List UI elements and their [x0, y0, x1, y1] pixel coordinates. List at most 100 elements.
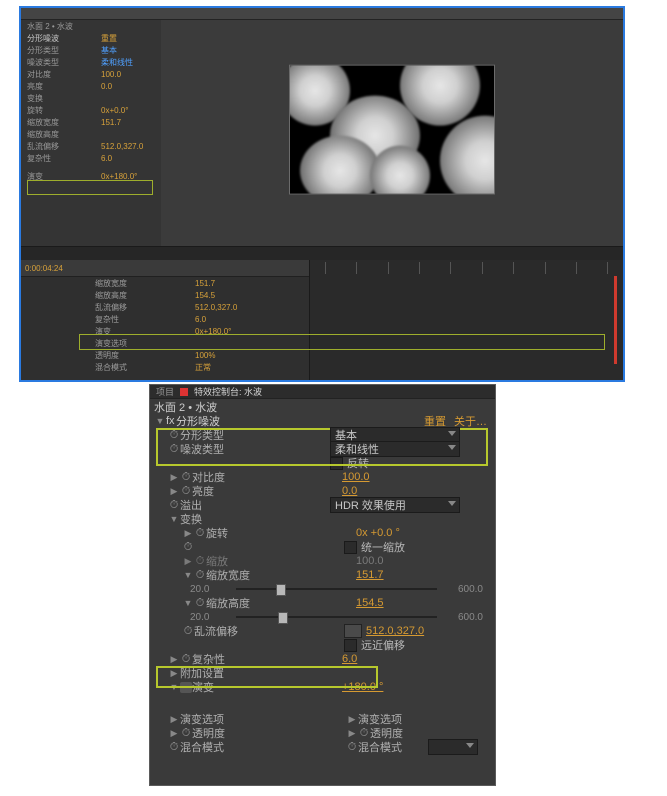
- perspective-offset-label: 远近偏移: [361, 637, 405, 653]
- overflow-dropdown[interactable]: HDR 效果使用: [330, 497, 460, 513]
- mini-tabbar[interactable]: [21, 8, 161, 20]
- chevron-down-icon: [448, 445, 456, 450]
- keyframe-stopwatch-icon[interactable]: [180, 682, 192, 693]
- time-ruler[interactable]: [309, 260, 623, 276]
- rotation-value[interactable]: 0x +0.0 °: [356, 527, 400, 539]
- chevron-down-icon: [448, 501, 456, 506]
- twirl-icon: ▶: [182, 556, 194, 567]
- turbulence-offset-label: 乱流偏移: [194, 623, 344, 639]
- uniform-scale-checkbox[interactable]: [344, 541, 357, 554]
- scale-height-slider[interactable]: 20.0 600.0: [150, 610, 495, 624]
- stopwatch-icon[interactable]: ⏱: [180, 653, 192, 666]
- twirl-icon[interactable]: ▶: [168, 714, 180, 725]
- preview-canvas[interactable]: [289, 65, 495, 195]
- current-timecode[interactable]: 0:00:04:24: [25, 264, 63, 273]
- stopwatch-icon[interactable]: ⏱: [194, 569, 206, 582]
- right-blend-label: 混合模式: [358, 739, 428, 755]
- stopwatch-icon[interactable]: ⏱: [194, 527, 206, 540]
- evolution-value[interactable]: +180.0 °: [342, 681, 383, 693]
- mini-scaleh[interactable]: 缩放高度: [27, 129, 97, 140]
- stopwatch-icon[interactable]: ⏱: [180, 727, 192, 740]
- effect-controls-mini: 水面 2 • 水波 分形噪波重置 分形类型基本 噪波类型柔和线性 对比度100.…: [21, 8, 162, 246]
- twirl-icon[interactable]: ▶: [168, 486, 180, 497]
- twirl-icon[interactable]: ▶: [168, 728, 180, 739]
- twirl-icon[interactable]: ▼: [168, 514, 180, 524]
- blend-mode-dropdown[interactable]: [428, 739, 478, 755]
- stopwatch-icon[interactable]: ⏱: [168, 741, 180, 754]
- mini-turb[interactable]: 乱流偏移: [27, 141, 97, 152]
- tl-scaleh[interactable]: 缩放高度: [95, 290, 191, 301]
- effect-controls-panel: 项目 特效控制台: 水波 水面 2 • 水波 ▼ fx 分形噪波 重置 关于… …: [149, 384, 496, 786]
- chevron-down-icon: [448, 431, 456, 436]
- rotation-label: 旋转: [206, 525, 356, 541]
- twirl-icon[interactable]: ▼: [182, 570, 194, 580]
- scale-width-slider[interactable]: 20.0 600.0: [150, 582, 495, 596]
- scale-height-value[interactable]: 154.5: [356, 597, 384, 609]
- blend-mode-label: 混合模式: [180, 739, 330, 755]
- tl-evo-opts[interactable]: 演变选项: [95, 338, 191, 349]
- fractal-noise-preview: [290, 66, 494, 194]
- mini-effect-name[interactable]: 分形噪波: [27, 33, 97, 44]
- brightness-value[interactable]: 0.0: [342, 485, 357, 497]
- twirl-icon[interactable]: ▶: [346, 714, 358, 725]
- stopwatch-icon[interactable]: ⏱: [194, 597, 206, 610]
- invert-checkbox[interactable]: [330, 457, 343, 470]
- time-indicator[interactable]: [614, 276, 617, 364]
- contrast-value[interactable]: 100.0: [342, 471, 370, 483]
- viewer-tabbar[interactable]: [161, 8, 623, 20]
- viewer-footer-bar[interactable]: [21, 246, 623, 261]
- mini-contrast[interactable]: 对比度: [27, 69, 97, 80]
- tl-turb[interactable]: 乱流偏移: [95, 302, 191, 313]
- stopwatch-icon[interactable]: ⏱: [168, 443, 180, 456]
- mini-rotation[interactable]: 旋转: [27, 105, 97, 116]
- uniform-scale-label: 统一缩放: [361, 539, 405, 555]
- twirl-icon[interactable]: ▶: [346, 728, 358, 739]
- scale-value: 100.0: [356, 555, 384, 567]
- tl-scalew[interactable]: 缩放宽度: [95, 278, 191, 289]
- stopwatch-icon[interactable]: ⏱: [168, 499, 180, 512]
- twirl-icon[interactable]: ▶: [168, 668, 180, 679]
- mini-highlight-evolution: [27, 180, 153, 195]
- stopwatch-icon[interactable]: ⏱: [358, 727, 370, 740]
- mini-reset[interactable]: 重置: [101, 33, 117, 44]
- stopwatch-icon[interactable]: ⏱: [346, 741, 358, 754]
- mini-complex[interactable]: 复杂性: [27, 153, 97, 164]
- twirl-icon[interactable]: ▼: [182, 598, 194, 608]
- twirl-icon[interactable]: ▶: [182, 528, 194, 539]
- complexity-value[interactable]: 6.0: [342, 653, 357, 665]
- stopwatch-icon[interactable]: ⏱: [168, 429, 180, 442]
- stopwatch-icon[interactable]: ⏱: [180, 471, 192, 484]
- tl-opacity[interactable]: 透明度: [95, 350, 191, 361]
- panel-tabbar[interactable]: 项目 特效控制台: 水波: [150, 385, 495, 399]
- perspective-offset-checkbox[interactable]: [344, 639, 357, 652]
- scale-width-value[interactable]: 151.7: [356, 569, 384, 581]
- mini-fractal-type[interactable]: 分形类型: [27, 45, 97, 56]
- turbulence-offset-value[interactable]: 512.0,327.0: [366, 625, 424, 637]
- tab-effect-controls[interactable]: 特效控制台: 水波: [194, 385, 262, 398]
- close-icon[interactable]: [180, 388, 188, 396]
- stopwatch-icon[interactable]: ⏱: [180, 485, 192, 498]
- timeline-panel[interactable]: 0:00:04:24 缩放宽度151.7 缩放高度154.5 乱流偏移512.0…: [21, 260, 623, 380]
- twirl-icon[interactable]: ▶: [168, 654, 180, 665]
- stopwatch-icon: ⏱: [194, 555, 206, 568]
- mini-transform[interactable]: 变换: [27, 93, 97, 104]
- twirl-icon[interactable]: ▼: [154, 416, 166, 426]
- stopwatch-icon[interactable]: ⏱: [182, 541, 194, 554]
- tl-complex[interactable]: 复杂性: [95, 314, 191, 325]
- noise-type-dropdown[interactable]: 柔和线性: [330, 441, 460, 457]
- point-picker-icon[interactable]: [344, 624, 362, 638]
- mini-scalew[interactable]: 缩放宽度: [27, 117, 97, 128]
- mini-evolution[interactable]: 演变: [27, 171, 97, 182]
- fx-toggle-icon[interactable]: fx: [166, 415, 176, 427]
- timeline-graph-area[interactable]: [309, 260, 623, 380]
- scale-height-label: 缩放高度: [206, 595, 356, 611]
- tl-blend[interactable]: 混合模式: [95, 362, 191, 373]
- stopwatch-icon[interactable]: ⏱: [182, 625, 194, 638]
- twirl-icon[interactable]: ▶: [168, 472, 180, 483]
- twirl-icon[interactable]: ▼: [168, 682, 180, 692]
- mini-brightness[interactable]: 亮度: [27, 81, 97, 92]
- composition-viewer[interactable]: [161, 8, 623, 246]
- tab-project[interactable]: 项目: [156, 385, 174, 398]
- tl-evolution[interactable]: 演变: [95, 326, 191, 337]
- mini-noise-type[interactable]: 噪波类型: [27, 57, 97, 68]
